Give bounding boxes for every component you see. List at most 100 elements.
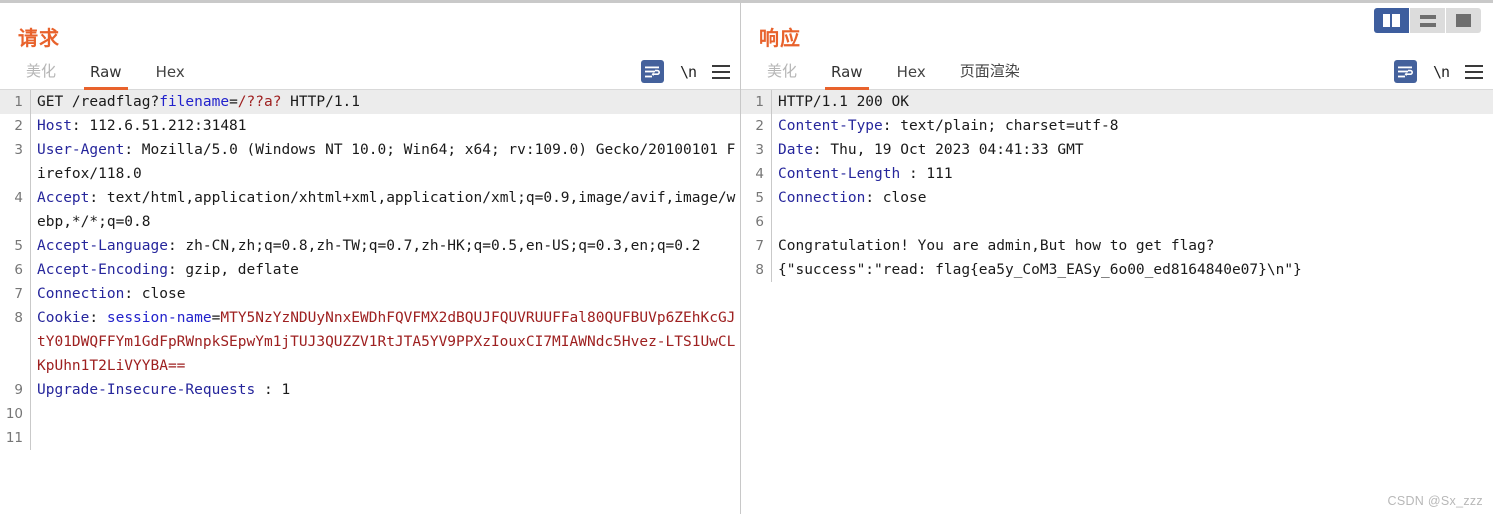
- code-token: : gzip, deflate: [167, 262, 299, 278]
- line-content[interactable]: Connection: close: [771, 186, 1493, 210]
- request-word-wrap-icon[interactable]: [640, 60, 664, 83]
- code-token: : text/html,application/xhtml+xml,applic…: [37, 190, 736, 230]
- word-wrap-icon-box: [640, 60, 664, 83]
- code-token: Content-Length: [778, 166, 901, 182]
- tab-response-raw[interactable]: Raw: [819, 59, 875, 90]
- line-number: 5: [755, 190, 764, 206]
- line-content[interactable]: Date: Thu, 19 Oct 2023 04:41:33 GMT: [771, 138, 1493, 162]
- line-content[interactable]: Cookie: session-name=MTY5NzYzNDUyNnxEWDh…: [30, 306, 740, 378]
- code-line: 2 Content-Type: text/plain; charset=utf-8: [741, 114, 1493, 138]
- line-number: 8: [14, 310, 23, 326]
- line-content[interactable]: [30, 402, 740, 426]
- code-line: 7 Congratulation! You are admin,But how t…: [741, 234, 1493, 258]
- code-token: /??a?: [237, 94, 282, 110]
- request-editor[interactable]: 1 GET /readflag?filename=/??a? HTTP/1.1 2 H…: [0, 90, 740, 508]
- line-number: 1: [741, 90, 771, 114]
- code-line: 10: [0, 402, 740, 426]
- code-token: : close: [865, 190, 927, 206]
- line-content[interactable]: {"success":"read: flag{ea5y_CoM3_EASy_6o…: [771, 258, 1493, 282]
- code-line: 5 Connection: close: [741, 186, 1493, 210]
- line-number: 2: [14, 118, 23, 134]
- code-line: 1 GET /readflag?filename=/??a? HTTP/1.1: [0, 90, 740, 114]
- response-menu-icon[interactable]: [1465, 64, 1483, 79]
- response-panel: 响应 美化 Raw Hex 页面渲染 \n 1 HTTP/1.1 200 OK …: [741, 0, 1493, 514]
- response-editor[interactable]: 1 HTTP/1.1 200 OK 2 Content-Type: text/plai…: [741, 90, 1493, 508]
- code-token: =: [229, 94, 238, 110]
- line-content[interactable]: Host: 112.6.51.212:31481: [30, 114, 740, 138]
- line-number: 9: [14, 382, 23, 398]
- code-token: : Mozilla/5.0 (Windows NT 10.0; Win64; x…: [37, 142, 736, 182]
- line-content[interactable]: Content-Type: text/plain; charset=utf-8: [771, 114, 1493, 138]
- tab-response-render[interactable]: 页面渲染: [948, 56, 1032, 89]
- layout-toggle-group: [1374, 8, 1481, 33]
- tab-response-hex[interactable]: Hex: [885, 59, 938, 89]
- line-content[interactable]: [771, 210, 1493, 234]
- code-token: Upgrade-Insecure-Requests: [37, 382, 256, 398]
- line-content[interactable]: Accept: text/html,application/xhtml+xml,…: [30, 186, 740, 234]
- line-number: 6: [14, 262, 23, 278]
- request-menu-icon[interactable]: [712, 64, 730, 79]
- response-tool-icons: \n: [1393, 60, 1483, 89]
- code-token: {"success":"read: flag{ea5y_CoM3_EASy_6o…: [778, 262, 1302, 278]
- line-number: 2: [755, 118, 764, 134]
- request-panel-title: 请求: [18, 26, 60, 50]
- request-panel: 请求 美化 Raw Hex \n 1 GET /readflag?filenam…: [0, 0, 741, 514]
- hamburger-menu-icon: [712, 64, 730, 79]
- line-content[interactable]: Accept-Encoding: gzip, deflate: [30, 258, 740, 282]
- code-line: 8 Cookie: session-name=MTY5NzYzNDUyNnxEWD…: [0, 306, 740, 378]
- line-number: 6: [755, 214, 764, 230]
- code-line: 6: [741, 210, 1493, 234]
- layout-single-pane-button[interactable]: [1446, 8, 1481, 33]
- code-token: HTTP/1.1: [281, 94, 361, 110]
- code-token: : zh-CN,zh;q=0.8,zh-TW;q=0.7,zh-HK;q=0.5…: [167, 238, 701, 254]
- code-line: 3 User-Agent: Mozilla/5.0 (Windows NT 10.…: [0, 138, 740, 186]
- code-token: Host: [37, 118, 72, 134]
- request-tabbar: 美化 Raw Hex \n: [0, 51, 740, 90]
- line-content[interactable]: GET /readflag?filename=/??a? HTTP/1.1: [30, 90, 740, 114]
- split-vertical-icon: [1383, 14, 1400, 27]
- tab-request-beautify[interactable]: 美化: [14, 56, 68, 89]
- code-token: : close: [124, 286, 186, 302]
- code-token: Accept-Language: [37, 238, 168, 254]
- code-token: Connection: [37, 286, 125, 302]
- line-content[interactable]: User-Agent: Mozilla/5.0 (Windows NT 10.0…: [30, 138, 740, 186]
- layout-split-vertical-button[interactable]: [1374, 8, 1410, 33]
- code-line: 8 {"success":"read: flag{ea5y_CoM3_EASy_6…: [741, 258, 1493, 282]
- tab-response-beautify[interactable]: 美化: [755, 56, 809, 89]
- response-word-wrap-icon[interactable]: [1393, 60, 1417, 83]
- line-content[interactable]: Congratulation! You are admin,But how to…: [771, 234, 1493, 258]
- code-line: 1 HTTP/1.1 200 OK: [741, 90, 1493, 114]
- single-pane-icon: [1456, 14, 1471, 27]
- code-token: : Thu, 19 Oct 2023 04:41:33 GMT: [812, 142, 1084, 158]
- code-line: 4 Accept: text/html,application/xhtml+xml…: [0, 186, 740, 234]
- watermark: CSDN @Sx_zzz: [1387, 494, 1483, 508]
- code-token: Cookie: [37, 310, 90, 326]
- layout-split-horizontal-button[interactable]: [1410, 8, 1446, 33]
- tab-request-hex[interactable]: Hex: [144, 59, 197, 89]
- line-content[interactable]: Upgrade-Insecure-Requests : 1: [30, 378, 740, 402]
- code-token: : 1: [255, 382, 291, 398]
- line-content[interactable]: Accept-Language: zh-CN,zh;q=0.8,zh-TW;q=…: [30, 234, 740, 258]
- line-number: 11: [5, 430, 23, 446]
- tab-request-raw[interactable]: Raw: [78, 59, 134, 90]
- line-content[interactable]: Content-Length : 111: [771, 162, 1493, 186]
- line-content[interactable]: [30, 426, 740, 450]
- line-content[interactable]: HTTP/1.1 200 OK: [771, 90, 1493, 114]
- response-newline-icon[interactable]: \n: [1433, 63, 1450, 81]
- line-number: 1: [0, 90, 30, 114]
- code-line: 4 Content-Length : 111: [741, 162, 1493, 186]
- code-token: : 112.6.51.212:31481: [71, 118, 247, 134]
- code-token: GET /readflag?: [37, 94, 160, 110]
- code-token: : 111: [900, 166, 953, 182]
- line-number: 7: [755, 238, 764, 254]
- line-number: 3: [755, 142, 764, 158]
- panel-top-border-right: [741, 0, 1493, 3]
- line-number: 8: [755, 262, 764, 278]
- code-line: 11: [0, 426, 740, 450]
- code-line: 6 Accept-Encoding: gzip, deflate: [0, 258, 740, 282]
- code-line: 5 Accept-Language: zh-CN,zh;q=0.8,zh-TW;q…: [0, 234, 740, 258]
- line-content[interactable]: Connection: close: [30, 282, 740, 306]
- code-token: Congratulation! You are admin,But how to…: [778, 238, 1215, 254]
- request-newline-icon[interactable]: \n: [680, 63, 697, 81]
- panel-top-border: [0, 0, 740, 3]
